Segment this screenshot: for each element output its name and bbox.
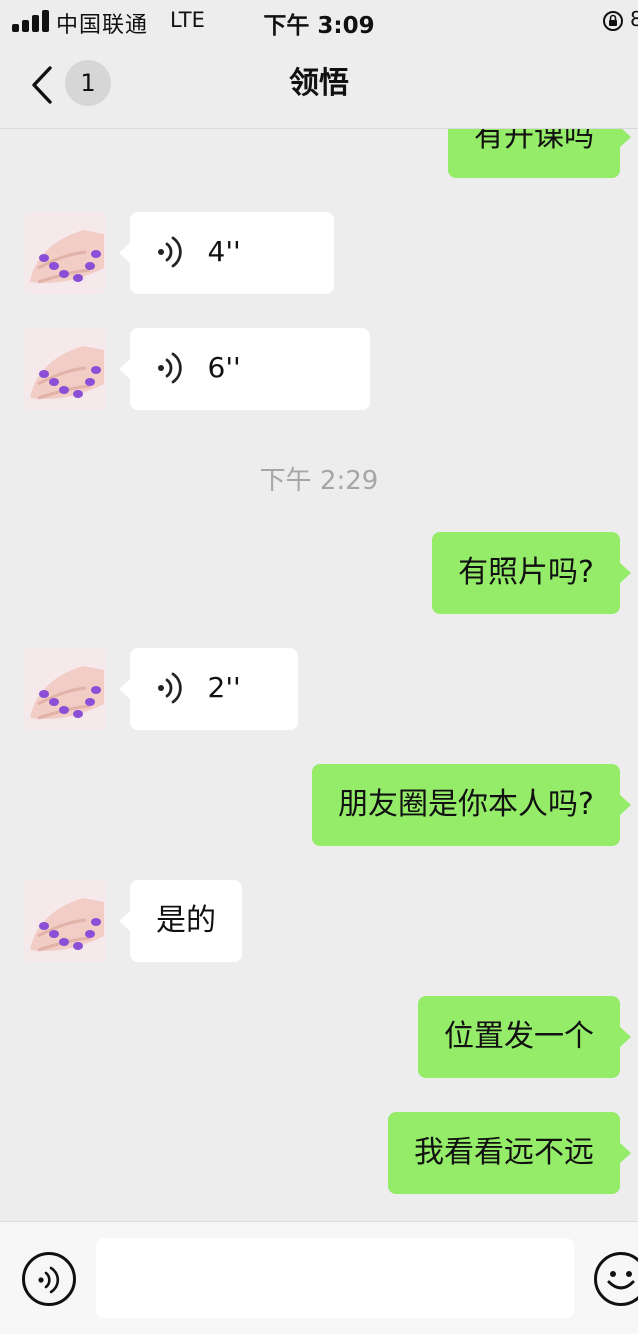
voice-duration: 4'' bbox=[207, 234, 241, 268]
message-outgoing: 朋友圈是你本人吗? bbox=[0, 764, 638, 846]
incoming-voice-bubble[interactable]: 2'' bbox=[119, 648, 298, 730]
message-incoming: 4'' bbox=[0, 212, 638, 294]
time-divider: 下午 2:29 bbox=[259, 466, 379, 496]
message-incoming: 是的 bbox=[0, 880, 638, 962]
contact-avatar[interactable] bbox=[24, 212, 106, 294]
purple-nails-photo bbox=[24, 212, 106, 294]
message-text: 位置发一个 bbox=[444, 1019, 594, 1054]
message-outgoing: 我看看远不远 bbox=[0, 1112, 638, 1194]
message-text: 我看看远不远 bbox=[414, 1135, 594, 1170]
navigation-bar: 1 领悟 bbox=[0, 42, 638, 129]
message-incoming: 6'' bbox=[0, 328, 638, 410]
input-bar bbox=[0, 1221, 638, 1334]
voice-wave-icon bbox=[158, 672, 182, 703]
outgoing-text-bubble[interactable]: 有照片吗? bbox=[432, 532, 631, 614]
message-outgoing: 有照片吗? bbox=[0, 532, 638, 614]
outgoing-text-bubble[interactable]: 我看看远不远 bbox=[388, 1112, 631, 1194]
voice-wave-icon bbox=[158, 352, 182, 383]
chat-title: 领悟 bbox=[289, 66, 349, 101]
incoming-voice-bubble[interactable]: 6'' bbox=[119, 328, 370, 410]
purple-nails-photo bbox=[24, 328, 106, 410]
contact-avatar[interactable] bbox=[24, 648, 106, 730]
voice-duration: 6'' bbox=[207, 350, 241, 384]
chat-screen: 中国联通 LTE 下午 3:09 8 1 领悟 有开课吗 4'' 6'' 下午 … bbox=[0, 0, 638, 1334]
voice-wave-icon bbox=[38, 1266, 60, 1294]
message-text: 是的 bbox=[156, 903, 216, 938]
outgoing-text-bubble[interactable]: 有开课吗 bbox=[448, 129, 631, 178]
outgoing-text-bubble[interactable]: 朋友圈是你本人吗? bbox=[312, 764, 631, 846]
message-text: 有开课吗 bbox=[474, 129, 594, 154]
message-incoming: 2'' bbox=[0, 648, 638, 730]
battery-percent: 8 bbox=[630, 7, 638, 31]
purple-nails-photo bbox=[24, 648, 106, 730]
contact-avatar[interactable] bbox=[24, 328, 106, 410]
message-outgoing: 有开课吗 bbox=[0, 129, 638, 178]
emoji-button[interactable] bbox=[594, 1252, 638, 1306]
message-text: 朋友圈是你本人吗? bbox=[338, 787, 594, 822]
message-text: 有照片吗? bbox=[458, 555, 594, 590]
voice-duration: 2'' bbox=[207, 670, 241, 704]
incoming-voice-bubble[interactable]: 4'' bbox=[119, 212, 334, 294]
status-time: 下午 3:09 bbox=[263, 13, 375, 39]
rotation-lock-icon bbox=[603, 11, 623, 31]
voice-input-toggle-button[interactable] bbox=[22, 1252, 76, 1306]
purple-nails-photo bbox=[24, 880, 106, 962]
outgoing-text-bubble[interactable]: 位置发一个 bbox=[418, 996, 631, 1078]
status-bar: 中国联通 LTE 下午 3:09 8 bbox=[0, 0, 638, 42]
smiley-icon bbox=[607, 1271, 635, 1290]
voice-wave-icon bbox=[158, 236, 182, 267]
message-outgoing: 位置发一个 bbox=[0, 996, 638, 1078]
message-input[interactable] bbox=[96, 1238, 574, 1318]
message-list[interactable]: 有开课吗 4'' 6'' 下午 2:29 有照片吗? 2'' 朋友圈是你本人吗?… bbox=[0, 129, 638, 1221]
contact-avatar[interactable] bbox=[24, 880, 106, 962]
incoming-text-bubble[interactable]: 是的 bbox=[119, 880, 242, 962]
